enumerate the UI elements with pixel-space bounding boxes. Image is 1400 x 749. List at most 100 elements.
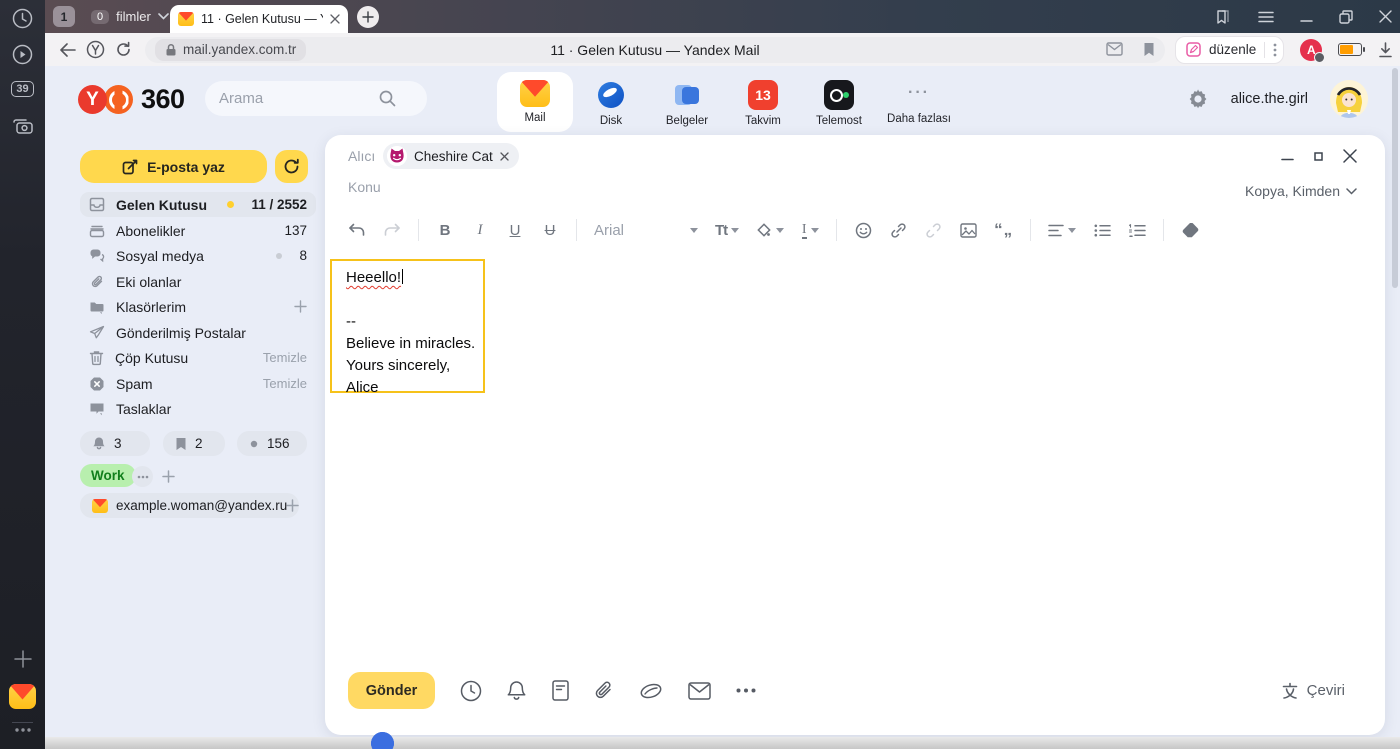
rail-more-button[interactable] bbox=[0, 728, 45, 732]
settings-gear-icon[interactable] bbox=[1187, 88, 1209, 110]
sidebar-item-social[interactable]: Sosyal medya 8 bbox=[80, 243, 316, 268]
menu-icon[interactable] bbox=[1258, 11, 1274, 23]
page-scrollbar[interactable] bbox=[1392, 68, 1398, 288]
bold-button[interactable]: B bbox=[436, 222, 454, 239]
underline-button[interactable]: U bbox=[506, 222, 524, 239]
tab-group-filmler[interactable]: 0 filmler bbox=[83, 5, 177, 28]
remove-recipient-icon[interactable] bbox=[500, 152, 509, 161]
send-button[interactable]: Gönder bbox=[348, 672, 435, 709]
tab-close-icon[interactable] bbox=[330, 14, 340, 24]
address-bar[interactable]: 11 · Gelen Kutusu — Yandex Mail mail.yan… bbox=[145, 37, 1165, 63]
yandex360-logo[interactable]: Y 360 bbox=[78, 84, 185, 115]
downloads-button[interactable] bbox=[1378, 42, 1393, 58]
minimize-window-icon[interactable] bbox=[1300, 10, 1313, 23]
bookmarks-counter[interactable]: 2 bbox=[163, 431, 225, 456]
add-account-icon[interactable] bbox=[286, 499, 299, 512]
insert-image-button[interactable] bbox=[959, 223, 977, 238]
recipient-chip[interactable]: Cheshire Cat bbox=[383, 143, 519, 169]
minimize-compose-icon[interactable] bbox=[1281, 150, 1294, 163]
message-body[interactable]: Heeello! -- Believe in miracles. Yours s… bbox=[346, 267, 475, 399]
history-button[interactable] bbox=[0, 8, 45, 29]
sidebar-item-sent[interactable]: Gönderilmiş Postalar bbox=[80, 320, 316, 345]
add-label-icon[interactable] bbox=[162, 470, 175, 483]
translate-button[interactable]: Çeviri bbox=[1281, 682, 1345, 699]
new-tab-button[interactable] bbox=[357, 6, 379, 28]
font-family-select[interactable]: Arial bbox=[594, 222, 698, 239]
service-belgeler[interactable]: Belgeler bbox=[649, 72, 725, 135]
attach-from-disk-button[interactable] bbox=[639, 681, 663, 701]
username[interactable]: alice.the.girl bbox=[1231, 91, 1308, 107]
service-telemost[interactable]: Telemost bbox=[801, 72, 877, 135]
reload-button[interactable] bbox=[109, 41, 137, 58]
service-disk[interactable]: Disk bbox=[573, 72, 649, 135]
sidebar-item-trash[interactable]: Çöp Kutusu Temizle bbox=[80, 345, 316, 370]
video-button[interactable] bbox=[0, 44, 45, 65]
align-button[interactable] bbox=[1048, 224, 1076, 237]
cc-bcc-toggle[interactable]: Kopya, Kimden bbox=[1245, 183, 1357, 199]
extension-icon[interactable]: A bbox=[1300, 39, 1322, 61]
redo-button[interactable] bbox=[383, 223, 401, 237]
sidebar-item-drafts[interactable]: Taslaklar bbox=[80, 396, 316, 421]
account-switcher[interactable]: example.woman@yandex.ru bbox=[80, 493, 299, 518]
subject-input[interactable] bbox=[348, 179, 1048, 195]
attach-file-button[interactable] bbox=[594, 680, 614, 701]
restore-window-icon[interactable] bbox=[1339, 10, 1353, 24]
highlight-color-button[interactable] bbox=[756, 222, 784, 238]
search-input[interactable] bbox=[219, 90, 379, 107]
search-icon[interactable] bbox=[379, 90, 396, 107]
rail-add-button[interactable] bbox=[0, 650, 45, 668]
back-button[interactable] bbox=[53, 43, 81, 57]
label-more-button[interactable] bbox=[132, 466, 153, 487]
font-size-button[interactable]: Tt bbox=[715, 222, 739, 239]
yandex-mail-app-button[interactable] bbox=[0, 684, 45, 709]
reminders-counter[interactable]: 3 bbox=[80, 431, 150, 456]
remove-link-button[interactable] bbox=[924, 222, 942, 239]
close-compose-icon[interactable] bbox=[1343, 149, 1357, 163]
notify-reminder-button[interactable] bbox=[507, 680, 526, 702]
compose-email-button[interactable]: E-posta yaz bbox=[80, 150, 267, 183]
tab-groups-button[interactable]: 1 bbox=[53, 6, 75, 27]
service-more[interactable]: ··· Daha fazlası bbox=[877, 72, 961, 133]
sidebar-item-spam[interactable]: Spam Temizle bbox=[80, 371, 316, 396]
kebab-menu-icon[interactable] bbox=[1273, 43, 1277, 57]
collections-icon[interactable] bbox=[1214, 8, 1232, 26]
battery-saver-icon[interactable] bbox=[1338, 43, 1362, 56]
protect-button[interactable] bbox=[81, 40, 109, 59]
mail-notify-icon[interactable] bbox=[1106, 42, 1123, 56]
insert-link-button[interactable] bbox=[889, 222, 907, 239]
tabs-count-button[interactable]: 39 bbox=[0, 81, 45, 97]
service-mail[interactable]: Mail bbox=[497, 72, 573, 132]
service-takvim[interactable]: 13 Takvim bbox=[725, 72, 801, 135]
attach-from-mail-button[interactable] bbox=[688, 682, 711, 700]
edit-button[interactable]: düzenle bbox=[1175, 36, 1284, 64]
empty-spam-action[interactable]: Temizle bbox=[263, 376, 307, 391]
user-avatar[interactable] bbox=[1330, 80, 1368, 118]
text-color-button[interactable]: I bbox=[801, 222, 819, 239]
bullet-list-button[interactable] bbox=[1093, 224, 1111, 237]
sidebar-item-folders[interactable]: Klasörlerim bbox=[80, 294, 316, 319]
italic-button[interactable]: I bbox=[471, 222, 489, 239]
label-work[interactable]: Work bbox=[80, 464, 136, 487]
sidebar-item-inbox[interactable]: Gelen Kutusu 11 / 2552 bbox=[80, 192, 316, 217]
empty-trash-action[interactable]: Temizle bbox=[263, 350, 307, 365]
undo-button[interactable] bbox=[348, 223, 366, 237]
close-window-icon[interactable] bbox=[1379, 10, 1392, 23]
bookmark-icon[interactable] bbox=[1143, 42, 1155, 57]
active-tab[interactable]: 11 · Gelen Kutusu — Yan bbox=[170, 5, 348, 33]
more-options-button[interactable] bbox=[736, 688, 756, 693]
screenshot-button[interactable] bbox=[0, 117, 45, 135]
strikethrough-button[interactable]: U bbox=[541, 222, 559, 239]
schedule-send-button[interactable] bbox=[460, 680, 482, 702]
unread-counter[interactable]: 156 bbox=[237, 431, 307, 456]
site-security-chip[interactable]: mail.yandex.com.tr bbox=[155, 39, 306, 61]
sidebar-item-subscriptions[interactable]: Abonelikler 137 bbox=[80, 218, 316, 243]
sidebar-item-attachments[interactable]: Eki olanlar bbox=[80, 269, 316, 294]
add-folder-icon[interactable] bbox=[294, 300, 307, 313]
emoji-button[interactable] bbox=[854, 222, 872, 239]
search-bar[interactable] bbox=[205, 81, 427, 116]
clear-formatting-button[interactable] bbox=[1181, 223, 1199, 238]
blockquote-button[interactable]: “„ bbox=[994, 220, 1013, 240]
refresh-button[interactable] bbox=[275, 150, 308, 183]
template-button[interactable] bbox=[551, 680, 569, 701]
numbered-list-button[interactable] bbox=[1128, 224, 1146, 237]
